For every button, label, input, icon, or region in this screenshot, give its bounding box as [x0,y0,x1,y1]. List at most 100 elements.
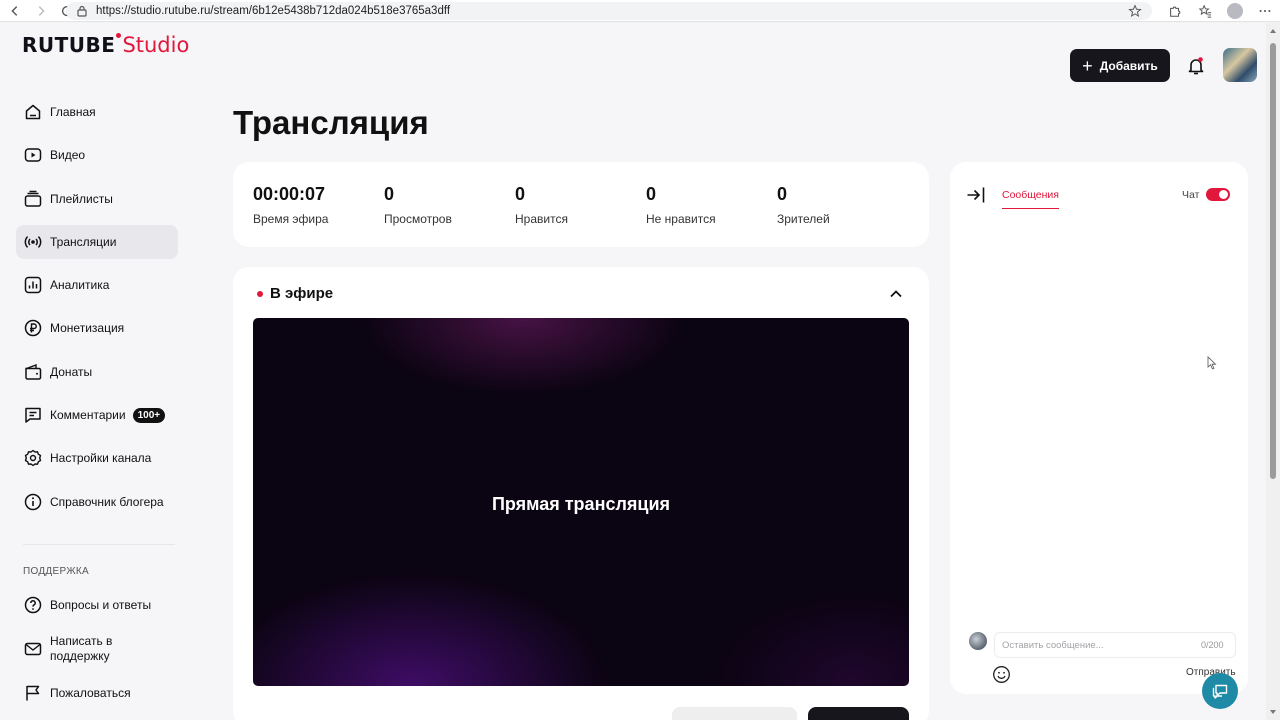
live-status-label: В эфире [270,285,334,302]
collapse-panel-icon[interactable] [966,186,986,204]
sidebar-item-label: Трансляции [50,234,117,249]
sidebar-nav: Главная Видео Плейлисты Трансляции Анали… [16,95,178,528]
support-section-title: ПОДДЕРЖКА [23,566,89,577]
scroll-up-icon[interactable] [1269,27,1277,35]
more-dots-icon [1259,9,1271,13]
sidebar-item-report[interactable]: Пожаловаться [16,676,178,710]
logo-rutube: RUTUBE [22,33,116,57]
support-chat-button[interactable] [1202,673,1238,709]
sidebar-item-analytics[interactable]: Аналитика [16,268,178,302]
logo-dot [116,33,122,38]
sidebar-item-comments[interactable]: Комментарии 100+ [16,398,178,432]
user-avatar[interactable] [1223,48,1257,82]
sidebar-item-label: Видео [50,148,86,163]
sidebar-item-contact-support[interactable]: Написать в поддержку [16,629,178,669]
flag-icon [24,684,42,702]
comments-count-badge: 100+ [132,407,166,423]
wallet-icon [24,363,42,381]
stat-label: Просмотров [384,212,452,226]
sidebar-item-home[interactable]: Главная [16,95,178,129]
stat-label: Нравится [515,212,568,226]
stat-value: 00:00:07 [253,184,326,204]
browser-toolbar: https://studio.rutube.ru/stream/6b12e543… [0,0,1280,22]
message-input[interactable] [994,632,1236,658]
sidebar-item-label: Написать в поддержку [50,634,113,663]
stat-label: Зрителей [777,212,830,226]
playlist-icon [24,190,42,208]
sidebar-divider [23,544,175,545]
info-icon [24,493,42,511]
sidebar-item-faq[interactable]: Вопросы и ответы [16,588,178,622]
forward-button[interactable] [30,0,52,22]
bookmark-star-icon[interactable] [1128,4,1142,18]
page-scrollbar[interactable] [1266,23,1280,720]
sidebar-item-label: Монетизация [50,321,125,336]
browser-menu-button[interactable] [1250,0,1280,22]
chevron-up-icon[interactable] [887,285,905,303]
sidebar-item-label: Комментарии [50,408,126,423]
sidebar-item-label: Настройки канала [50,451,152,466]
stats-card: 00:00:07 Время эфира 0 Просмотров 0 Нрав… [233,162,929,247]
sidebar-item-playlists[interactable]: Плейлисты [16,182,178,216]
sidebar-item-label: Аналитика [50,278,110,293]
scroll-thumb[interactable] [1270,43,1276,479]
scroll-down-icon[interactable] [1269,708,1277,716]
add-button-label: Добавить [1099,58,1158,73]
mail-icon [24,640,42,658]
url-text: https://studio.rutube.ru/stream/6b12e543… [96,5,451,17]
address-bar[interactable]: https://studio.rutube.ru/stream/6b12e543… [66,2,1152,20]
live-dot-icon [257,290,263,297]
sidebar-item-channel-settings[interactable]: Настройки канала [16,441,178,475]
broadcast-icon [24,233,42,251]
plus-icon: + [1082,55,1093,76]
stat-dislikes: 0 Не нравится [646,184,716,226]
rutube-studio-logo[interactable]: RUTUBE Studio [22,33,189,57]
chat-user-avatar [969,632,987,650]
back-button[interactable] [4,0,26,22]
sidebar-item-label: Вопросы и ответы [50,598,152,612]
notifications-bell-icon[interactable] [1186,56,1206,76]
tab-messages[interactable]: Сообщения [1002,189,1059,209]
question-icon [24,596,42,614]
support-nav: Вопросы и ответы Написать в поддержку По… [16,588,178,717]
favorites-icon [1198,4,1212,18]
emoji-icon[interactable] [992,665,1011,684]
favorites-button[interactable] [1190,0,1220,22]
player-placeholder-text: Прямая трансляция [491,493,671,514]
sidebar-item-blogger-guide[interactable]: Справочник блогера [16,485,178,519]
chat-toggle[interactable] [1206,188,1230,201]
broadcast-card: В эфире Прямая трансляция [233,267,929,720]
analytics-icon [24,276,42,294]
gear-icon [24,449,42,467]
site-info-icon[interactable] [76,5,88,17]
sidebar-item-donations[interactable]: Донаты [16,355,178,389]
secondary-action-button[interactable] [672,707,797,720]
stat-value: 0 [515,184,526,204]
sidebar-item-monetization[interactable]: Монетизация [16,311,178,345]
page-title: Трансляция [233,104,429,141]
profile-button[interactable] [1220,0,1250,22]
sidebar-item-label: Главная [50,105,96,119]
extensions-button[interactable] [1160,0,1190,22]
puzzle-icon [1170,6,1181,17]
stat-label: Не нравится [646,212,716,226]
home-icon [24,103,42,121]
sidebar-item-video[interactable]: Видео [16,138,178,172]
add-button[interactable]: + Добавить [1070,49,1170,82]
stat-viewers: 0 Зрителей [777,184,830,226]
forward-arrow-icon [38,5,45,16]
chat-panel: Сообщения Чат 0/200 Отправить [950,162,1248,694]
video-player[interactable]: Прямая трансляция [253,318,909,686]
stat-views: 0 Просмотров [384,184,452,226]
back-arrow-icon [11,5,18,16]
chat-toggle-label: Чат [1182,189,1200,201]
mouse-cursor-icon [1207,356,1217,370]
ruble-icon [24,319,42,337]
sidebar-item-label: Донаты [50,364,93,379]
sidebar-item-broadcasts[interactable]: Трансляции [16,224,178,259]
stat-value: 0 [777,184,788,204]
stat-label: Время эфира [253,212,329,226]
primary-action-button[interactable] [808,707,909,720]
sidebar-item-label: Пожаловаться [50,686,131,700]
stat-airtime: 00:00:07 Время эфира [253,184,328,226]
